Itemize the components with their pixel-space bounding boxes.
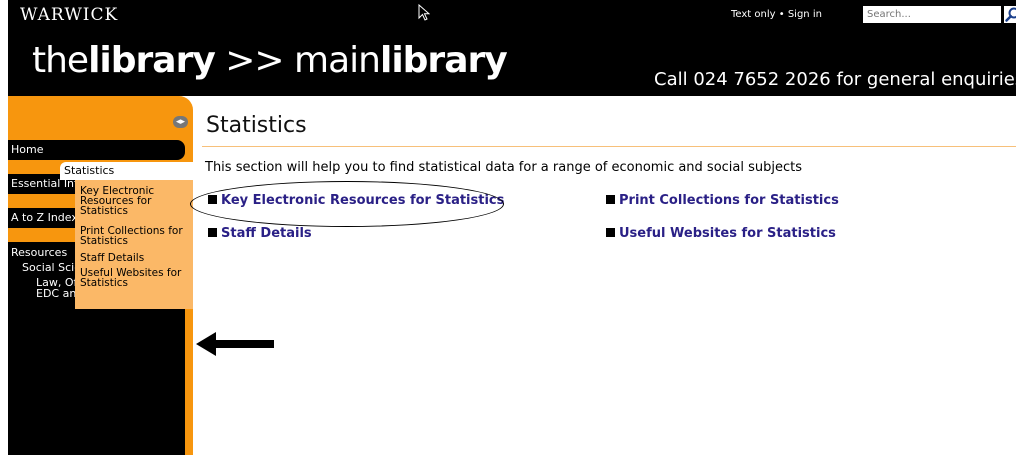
bullet-square-icon xyxy=(208,195,217,204)
mouse-cursor-icon xyxy=(418,4,430,21)
enquiries-text: Call 024 7652 2026 for general enquiries xyxy=(654,69,1016,90)
search-button[interactable] xyxy=(1004,6,1016,23)
sidebar-item-home[interactable]: Home xyxy=(8,140,185,160)
title-divider xyxy=(202,146,1016,147)
link-key-electronic-resources[interactable]: Key Electronic Resources for Statistics xyxy=(208,193,504,208)
link-print-collections[interactable]: Print Collections for Statistics xyxy=(606,193,839,208)
top-bar: WARWICK Text only • Sign in xyxy=(8,0,1016,26)
search-input[interactable] xyxy=(863,6,1001,23)
link-staff-details[interactable]: Staff Details xyxy=(208,226,312,241)
sidebar-item-resources[interactable]: Resources xyxy=(11,247,67,258)
title-library: library xyxy=(88,40,216,81)
submenu-item-key-electronic-resources[interactable]: Key Electronic Resources for Statistics xyxy=(80,186,192,217)
link-label: Staff Details xyxy=(221,226,312,241)
submenu-item-print-collections[interactable]: Print Collections for Statistics xyxy=(80,226,192,247)
link-label: Key Electronic Resources for Statistics xyxy=(221,193,505,208)
site-header: thelibrary >> mainlibrary Call 024 7652 … xyxy=(8,26,1016,96)
submenu-item-staff-details[interactable]: Staff Details xyxy=(80,253,192,264)
sidebar-submenu: Key Electronic Resources for Statistics … xyxy=(75,180,193,309)
warwick-logo[interactable]: WARWICK xyxy=(20,5,118,25)
search-icon xyxy=(1005,7,1016,22)
title-separator: >> xyxy=(214,40,295,81)
bullet-square-icon xyxy=(606,195,615,204)
bullet-square-icon xyxy=(208,228,217,237)
left-arrow-annotation-icon xyxy=(196,332,274,356)
top-links-separator: • xyxy=(775,9,788,20)
title-library2: library xyxy=(379,40,508,81)
submenu-item-useful-websites[interactable]: Useful Websites for Statistics xyxy=(80,268,192,289)
link-label: Print Collections for Statistics xyxy=(619,193,839,208)
link-useful-websites[interactable]: Useful Websites for Statistics xyxy=(606,226,836,241)
top-links: Text only • Sign in xyxy=(731,9,822,20)
sidebar-item-statistics[interactable]: Statistics xyxy=(60,162,193,180)
sign-in-link[interactable]: Sign in xyxy=(788,9,822,20)
collapse-icon[interactable]: ◂▸ xyxy=(173,116,189,128)
link-label: Useful Websites for Statistics xyxy=(619,226,836,241)
page-title: Statistics xyxy=(206,113,307,138)
text-only-link[interactable]: Text only xyxy=(731,9,776,20)
title-main: main xyxy=(294,40,381,81)
title-the: the xyxy=(32,40,89,81)
site-title[interactable]: thelibrary >> mainlibrary xyxy=(32,40,508,81)
sidebar: ◂▸ Home Essential Information A to Z Ind… xyxy=(8,96,193,455)
bullet-square-icon xyxy=(606,228,615,237)
intro-text: This section will help you to find stati… xyxy=(205,160,803,175)
